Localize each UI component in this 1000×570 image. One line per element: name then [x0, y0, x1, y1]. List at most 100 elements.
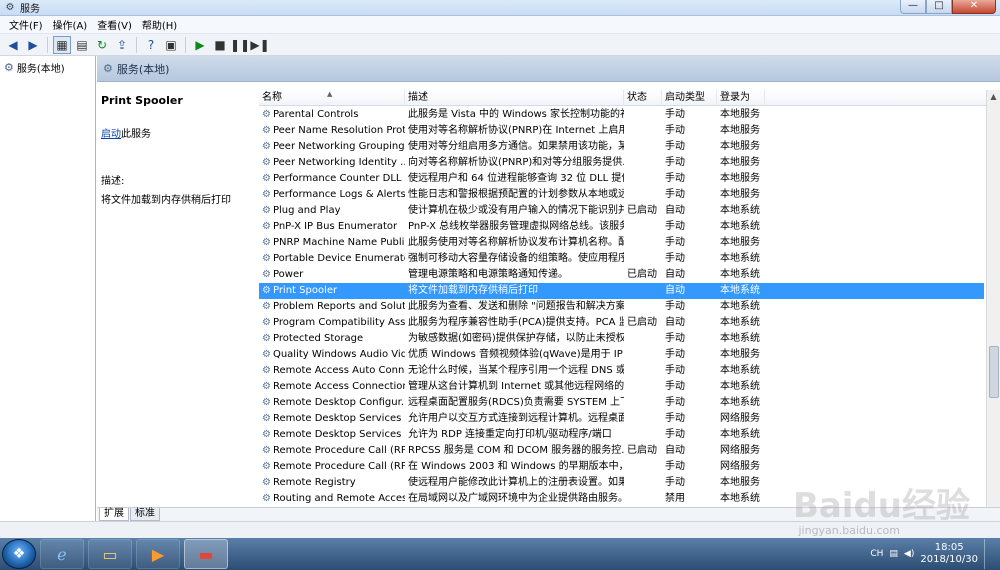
service-name-cell: ⚙ Remote Procedure Call (RP...: [259, 459, 405, 475]
service-row[interactable]: ⚙ Print Spooler 将文件加载到内存供稍后打印 自动 本地系统: [259, 283, 984, 299]
service-name-cell: ⚙ Peer Name Resolution Prot...: [259, 123, 405, 139]
service-gear-icon: ⚙: [262, 413, 271, 424]
close-button[interactable]: ✕: [952, 0, 996, 14]
service-description: 此服务为查看、发送和删除 "问题报告和解决方案...: [408, 301, 624, 312]
tab-standard[interactable]: 标准: [130, 508, 160, 521]
network-icon[interactable]: ▤: [889, 549, 898, 559]
service-description: 为敏感数据(如密码)提供保护存储，以防止未授权...: [408, 333, 624, 344]
service-startup-type: 手动: [665, 189, 685, 200]
service-row[interactable]: ⚙ Portable Device Enumerato... 强制可移动大容量存储设…: [259, 251, 984, 267]
column-log-on-as[interactable]: 登录为: [717, 90, 765, 106]
description-text: 将文件加载到内存供稍后打印: [101, 195, 231, 206]
service-row[interactable]: ⚙ Protected Storage 为敏感数据(如密码)提供保护存储，以防止未授…: [259, 331, 984, 347]
service-row[interactable]: ⚙ Problem Reports and Solut... 此服务为查看、发送和删…: [259, 299, 984, 315]
service-row[interactable]: ⚙ Remote Procedure Call (RP... 在 Windows 2…: [259, 459, 984, 475]
taskbar-media-player[interactable]: ▶: [136, 539, 180, 569]
forward-icon[interactable]: ▶: [24, 36, 42, 54]
start-service-link[interactable]: 启动: [101, 129, 121, 140]
taskbar-services[interactable]: ▬: [184, 539, 228, 569]
language-indicator[interactable]: CH: [870, 549, 883, 559]
start-button[interactable]: ❖: [2, 539, 36, 569]
service-description: 向对等名称解析协议(PNRP)和对等分组服务提供...: [408, 157, 624, 168]
service-name-cell: ⚙ PnP-X IP Bus Enumerator: [259, 219, 405, 235]
service-row[interactable]: ⚙ Remote Desktop Services 允许用户以交互方式连接到远程计算…: [259, 411, 984, 427]
service-row[interactable]: ⚙ Remote Desktop Services ... 允许为 RDP 连接重定…: [259, 427, 984, 443]
service-name-cell: ⚙ Remote Desktop Services ...: [259, 427, 405, 443]
service-row[interactable]: ⚙ Remote Access Auto Conn... 无论什么时候，当某个程序引…: [259, 363, 984, 379]
service-gear-icon: ⚙: [262, 317, 271, 328]
service-name-cell: ⚙ Plug and Play: [259, 203, 405, 219]
menu-action[interactable]: 操作(A): [48, 17, 93, 32]
service-row[interactable]: ⚙ Plug and Play 使计算机在极少或没有用户输入的情况下能识别并... 已…: [259, 203, 984, 219]
start-service-icon[interactable]: ▶: [191, 36, 209, 54]
stop-service-icon[interactable]: ■: [211, 36, 229, 54]
service-status: 已启动: [627, 445, 657, 456]
refresh-icon[interactable]: ↻: [93, 36, 111, 54]
service-row[interactable]: ⚙ PNRP Machine Name Publi... 此服务使用对等名称解析协议…: [259, 235, 984, 251]
restart-service-icon[interactable]: ▶❚: [250, 36, 269, 54]
maximize-button[interactable]: □: [926, 0, 952, 14]
service-row[interactable]: ⚙ Performance Counter DLL ... 使远程用户和 64 位进…: [259, 171, 984, 187]
service-row[interactable]: ⚙ Program Compatibility Assi... 此服务为程序兼容性助…: [259, 315, 984, 331]
service-row[interactable]: ⚙ Parental Controls 此服务是 Vista 中的 Windows …: [259, 107, 984, 123]
service-startup-type: 手动: [665, 301, 685, 312]
tree-item-services-local[interactable]: ⚙ 服务(本地): [4, 60, 65, 75]
service-startup-type: 手动: [665, 461, 685, 472]
services-gear-icon: ⚙: [103, 62, 113, 75]
menu-view[interactable]: 查看(V): [92, 17, 137, 32]
show-hide-tree-icon[interactable]: ▦: [53, 35, 71, 54]
help-icon[interactable]: ?: [142, 36, 160, 54]
column-startup-type[interactable]: 启动类型: [662, 90, 717, 106]
clock[interactable]: 18:05 2018/10/30: [920, 542, 978, 566]
services-rows: ⚙ Parental Controls 此服务是 Vista 中的 Windows …: [259, 107, 984, 507]
service-row[interactable]: ⚙ Peer Networking Identity ... 向对等名称解析协议(P…: [259, 155, 984, 171]
service-row[interactable]: ⚙ Remote Procedure Call (RP... RPCSS 服务是 C…: [259, 443, 984, 459]
service-log-on-as: 网络服务: [720, 461, 760, 472]
service-name: Parental Controls: [272, 109, 359, 120]
scroll-up-icon[interactable]: ▲: [987, 90, 1000, 104]
service-row[interactable]: ⚙ Remote Desktop Configur... 远程桌面配置服务(RDCS…: [259, 395, 984, 411]
column-header: 名称 ▲ 描述 状态 启动类型 登录为: [259, 90, 1000, 106]
properties-icon[interactable]: ▤: [73, 36, 91, 54]
taskbar-explorer[interactable]: ▭: [88, 539, 132, 569]
export-list-icon[interactable]: ⇪: [113, 36, 131, 54]
column-name[interactable]: 名称 ▲: [259, 90, 405, 106]
service-row[interactable]: ⚙ Peer Networking Grouping 使用对等分组启用多方通信。如果…: [259, 139, 984, 155]
tab-extended[interactable]: 扩展: [99, 508, 129, 521]
service-startup-type: 手动: [665, 221, 685, 232]
service-gear-icon: ⚙: [262, 157, 271, 168]
console-tree-icon[interactable]: ▣: [162, 36, 180, 54]
service-log-on-as: 本地系统: [720, 333, 760, 344]
service-name: Peer Networking Grouping: [272, 141, 405, 152]
service-gear-icon: ⚙: [262, 221, 271, 232]
service-row[interactable]: ⚙ Power 管理电源策略和电源策略通知传递。 已启动 自动 本地系统: [259, 267, 984, 283]
column-status[interactable]: 状态: [624, 90, 662, 106]
volume-icon[interactable]: ◀): [904, 549, 914, 559]
service-row[interactable]: ⚙ PnP-X IP Bus Enumerator PnP-X 总线枚举器服务管理虚…: [259, 219, 984, 235]
back-icon[interactable]: ◀: [4, 36, 22, 54]
service-row[interactable]: ⚙ Quality Windows Audio Vid... 优质 Windows …: [259, 347, 984, 363]
show-desktop-button[interactable]: [984, 539, 994, 569]
service-log-on-as: 网络服务: [720, 445, 760, 456]
service-log-on-as: 网络服务: [720, 413, 760, 424]
service-row[interactable]: ⚙ Peer Name Resolution Prot... 使用对等名称解析协议(…: [259, 123, 984, 139]
service-status: [624, 235, 662, 251]
pause-service-icon[interactable]: ❚❚: [230, 36, 250, 54]
service-log-on-as: 本地服务: [720, 141, 760, 152]
service-row[interactable]: ⚙ Performance Logs & Alerts 性能日志和警报根据预配置的计…: [259, 187, 984, 203]
service-log-on-as: 本地服务: [720, 173, 760, 184]
taskbar-ie[interactable]: ℯ: [40, 539, 84, 569]
start-service-line: 启动此服务: [101, 125, 253, 140]
minimize-button[interactable]: —: [900, 0, 926, 14]
column-description[interactable]: 描述: [405, 90, 624, 106]
service-log-on-as: 本地系统: [720, 397, 760, 408]
service-log-on-as: 本地系统: [720, 269, 760, 280]
menu-help[interactable]: 帮助(H): [137, 17, 182, 32]
service-row[interactable]: ⚙ Remote Access Connection... 管理从这台计算机到 In…: [259, 379, 984, 395]
scroll-thumb[interactable]: [989, 346, 999, 398]
service-log-on-as: 本地系统: [720, 301, 760, 312]
menu-file[interactable]: 文件(F): [4, 17, 48, 32]
service-name-cell: ⚙ Routing and Remote Access: [259, 491, 405, 507]
service-startup-type: 手动: [665, 365, 685, 376]
vertical-scrollbar[interactable]: ▲: [986, 90, 1000, 507]
